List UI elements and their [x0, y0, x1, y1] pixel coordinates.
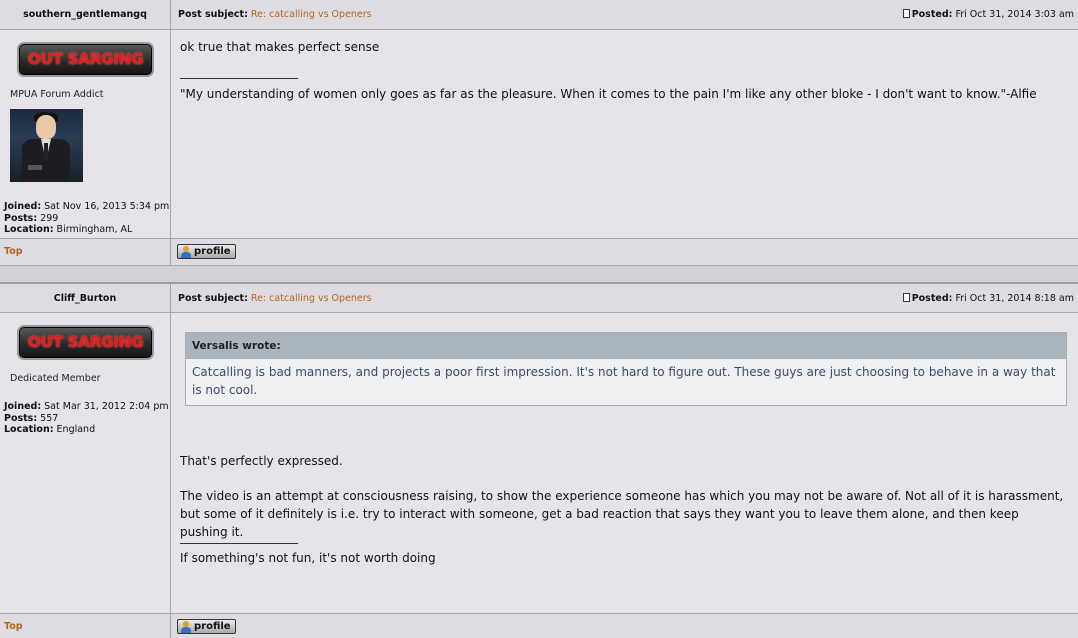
post-footer-left: Top: [0, 613, 171, 638]
location-label: Location:: [4, 224, 54, 235]
posted-info: Posted: Fri Oct 31, 2014 3:03 am: [902, 0, 1074, 30]
author-profile: OUT SARGING Dedicated Member Joined: Sat…: [0, 313, 171, 613]
post-content: That's perfectly expressed. The video is…: [180, 452, 1068, 541]
post-subject-label: Post subject:: [178, 293, 248, 304]
posted-date: Fri Oct 31, 2014 8:18 am: [955, 293, 1074, 304]
signature: If something's not fun, it's not worth d…: [180, 543, 1068, 567]
posted-label: Posted:: [911, 293, 953, 304]
author-meta: Joined: Sat Mar 31, 2012 2:04 pm Posts: …: [4, 401, 169, 436]
location: England: [56, 424, 96, 435]
post-subject-bar: Post subject: Re: catcalling vs Openers …: [171, 284, 1078, 313]
avatar: [10, 109, 83, 182]
post-text: ok true that makes perfect sense: [180, 40, 380, 54]
profile-button[interactable]: profile: [177, 619, 236, 634]
rank-title: Dedicated Member: [10, 373, 101, 384]
location: Birmingham, AL: [56, 224, 133, 235]
joined-date: Sat Mar 31, 2012 2:04 pm: [44, 401, 169, 412]
posted-info: Posted: Fri Oct 31, 2014 8:18 am: [902, 284, 1074, 313]
rank-title: MPUA Forum Addict: [10, 89, 104, 100]
profile-button[interactable]: profile: [177, 244, 236, 259]
top-link[interactable]: Top: [4, 246, 23, 257]
post-body: Versalis wrote: Catcalling is bad manner…: [171, 313, 1078, 613]
post-doc-icon[interactable]: [902, 9, 910, 18]
post-subject-link[interactable]: Re: catcalling vs Openers: [251, 9, 372, 20]
profile-person-icon: [181, 621, 191, 633]
signature-text: "My understanding of women only goes as …: [180, 87, 1037, 101]
joined-date: Sat Nov 16, 2013 5:34 pm: [44, 201, 170, 212]
top-link[interactable]: Top: [4, 621, 23, 632]
posted-label: Posted:: [911, 9, 953, 20]
joined-label: Joined:: [4, 201, 42, 212]
post-footer-right: profile: [171, 238, 1078, 265]
post-footer-left: Top: [0, 238, 171, 265]
signature-divider: [180, 543, 298, 544]
post-body: ok true that makes perfect sense "My und…: [171, 30, 1078, 238]
post-separator: [0, 265, 1078, 282]
posts-label: Posts:: [4, 412, 38, 424]
author-meta: Joined: Sat Nov 16, 2013 5:34 pm Posts: …: [4, 201, 169, 236]
post: Cliff_Burton Post subject: Re: catcallin…: [0, 282, 1078, 638]
author-profile: OUT SARGING MPUA Forum Addict Joined: Sa…: [0, 30, 171, 238]
quote-author: Versalis wrote:: [186, 333, 1066, 359]
post-subject-bar: Post subject: Re: catcalling vs Openers …: [171, 0, 1078, 30]
profile-button-label: profile: [194, 246, 231, 257]
posted-date: Fri Oct 31, 2014 3:03 am: [955, 9, 1074, 20]
quote-box: Versalis wrote: Catcalling is bad manner…: [185, 332, 1067, 406]
post-doc-icon[interactable]: [902, 293, 910, 302]
post-subject-label: Post subject:: [178, 9, 248, 20]
post-count: 299: [40, 212, 59, 224]
post-subject-link[interactable]: Re: catcalling vs Openers: [251, 293, 372, 304]
profile-person-icon: [181, 246, 191, 258]
profile-button-label: profile: [194, 621, 231, 632]
joined-label: Joined:: [4, 401, 42, 412]
author-name[interactable]: Cliff_Burton: [0, 284, 171, 313]
rank-image: OUT SARGING: [17, 325, 154, 360]
author-name[interactable]: southern_gentlemangq: [0, 0, 171, 30]
post-footer-right: profile: [171, 613, 1078, 638]
location-label: Location:: [4, 424, 54, 435]
rank-image: OUT SARGING: [17, 42, 154, 77]
signature-text: If something's not fun, it's not worth d…: [180, 551, 436, 565]
posts-label: Posts:: [4, 212, 38, 224]
post-text: That's perfectly expressed.: [180, 454, 343, 468]
post-content: ok true that makes perfect sense: [180, 38, 1068, 56]
quote-text: Catcalling is bad manners, and projects …: [192, 365, 1056, 397]
post: southern_gentlemangq Post subject: Re: c…: [0, 0, 1078, 265]
signature: "My understanding of women only goes as …: [180, 78, 1068, 103]
signature-divider: [180, 78, 298, 79]
post-text: The video is an attempt at consciousness…: [180, 489, 1064, 539]
post-count: 557: [40, 412, 59, 424]
